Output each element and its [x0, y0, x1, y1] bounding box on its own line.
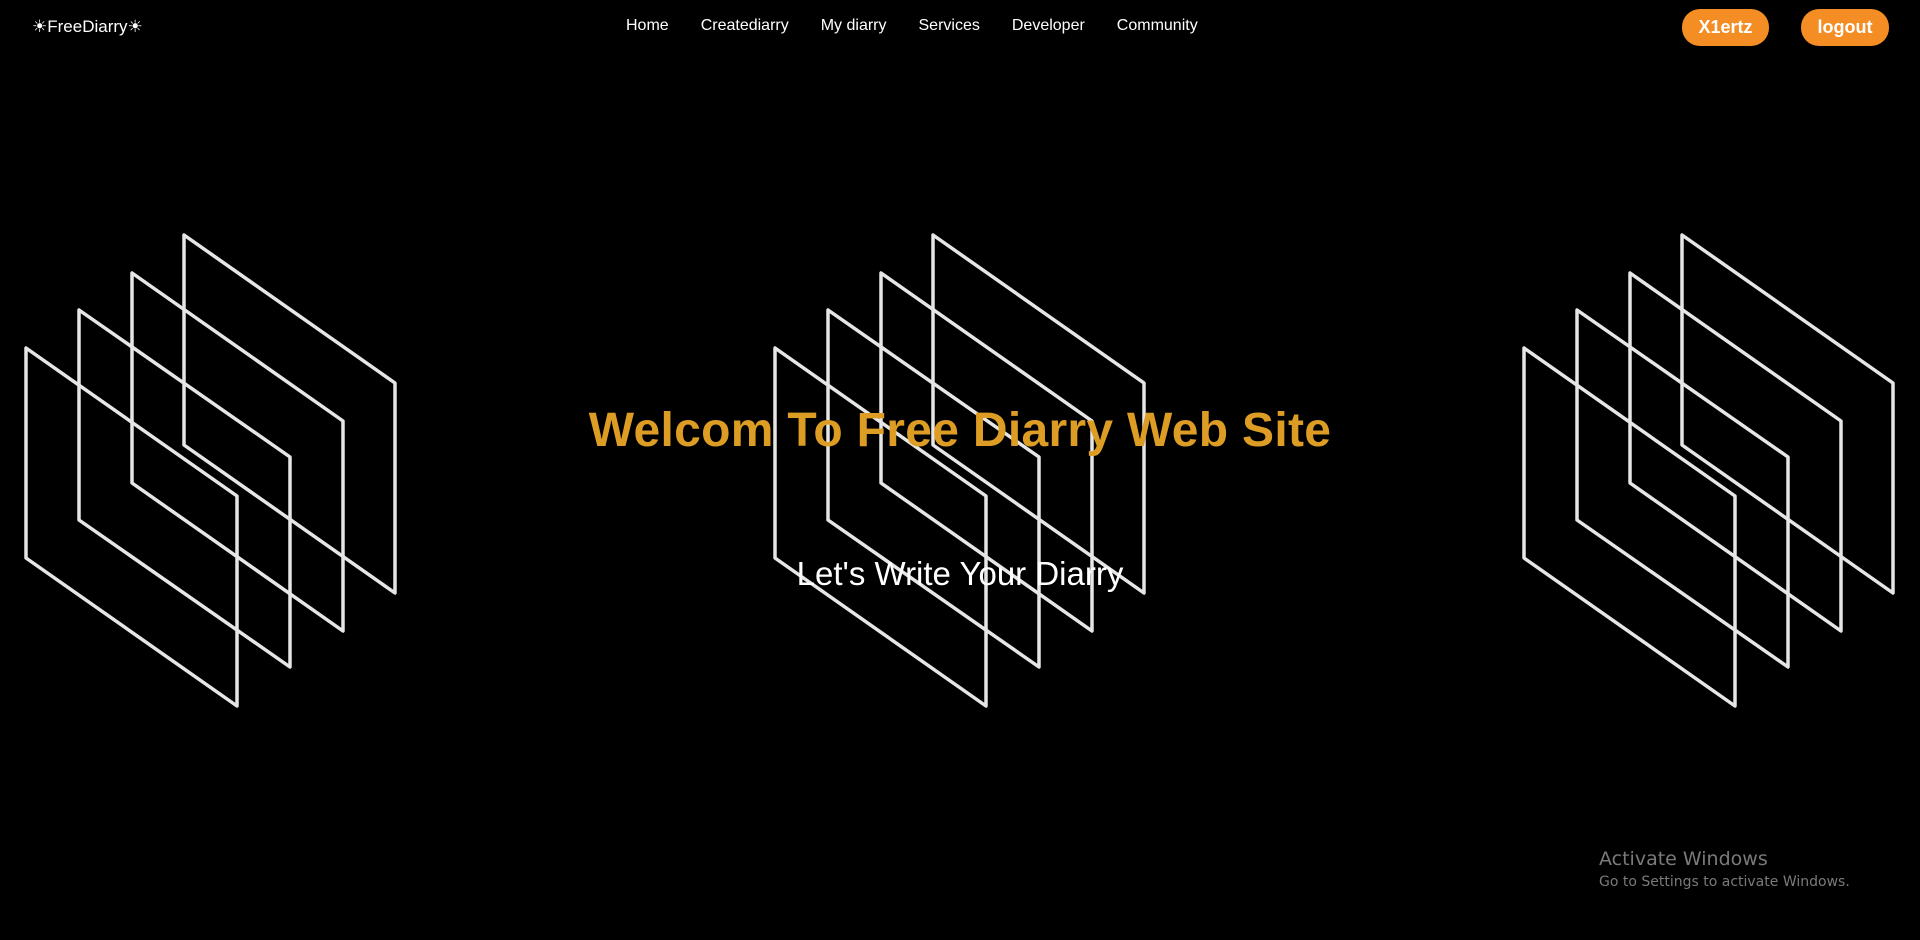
brand-logo[interactable]: ☀FreeDiarry☀	[32, 17, 143, 37]
logout-button[interactable]: logout	[1801, 9, 1889, 46]
nav-link-services[interactable]: Services	[919, 17, 980, 35]
windows-activation-watermark: Activate Windows Go to Settings to activ…	[1599, 848, 1850, 890]
nav-links: Home Creatediarry My diarry Services Dev…	[626, 17, 1230, 35]
watermark-subtitle: Go to Settings to activate Windows.	[1599, 874, 1850, 890]
hero-title: Welcom To Free Diarry Web Site	[588, 404, 1332, 457]
user-profile-button[interactable]: X1ertz	[1682, 9, 1769, 46]
wireframe-squares-decoration-center	[773, 233, 1146, 708]
watermark-title: Activate Windows	[1599, 848, 1768, 870]
nav-link-creatediarry[interactable]: Creatediarry	[701, 17, 789, 35]
nav-link-developer[interactable]: Developer	[1012, 17, 1085, 35]
nav-link-home[interactable]: Home	[626, 17, 669, 35]
hero-subtitle: Let's Write Your Diarry	[796, 555, 1124, 592]
navbar: ☀FreeDiarry☀ Home Creatediarry My diarry…	[0, 0, 1920, 56]
nav-link-community[interactable]: Community	[1117, 17, 1198, 35]
wireframe-squares-decoration-right	[1522, 233, 1895, 708]
nav-link-my-diarry[interactable]: My diarry	[821, 17, 887, 35]
wireframe-squares-decoration-left	[24, 233, 397, 708]
